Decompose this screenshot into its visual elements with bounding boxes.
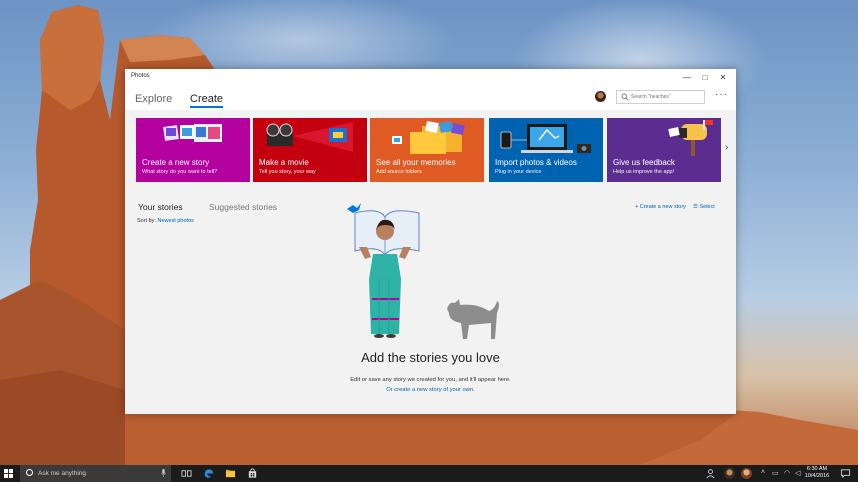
- tab-suggested-stories[interactable]: Suggested stories: [209, 202, 277, 212]
- empty-state-title: Add the stories you love: [361, 350, 500, 365]
- tile-create-story[interactable]: Create a new story What story do you wan…: [136, 118, 250, 182]
- cortana-icon: [26, 469, 33, 476]
- user-avatar-icon[interactable]: [724, 468, 735, 479]
- storyteller-illustration: [347, 203, 499, 339]
- tab-your-stories[interactable]: Your stories: [138, 202, 183, 212]
- laptop-import-icon: [500, 124, 591, 153]
- tab-explore[interactable]: Explore: [135, 93, 172, 105]
- clock-date: 10/4/2016: [804, 473, 830, 479]
- sort-by: Sort by: Newest photos: [137, 218, 194, 224]
- create-new-story-label: Create a new story: [639, 204, 686, 210]
- tile-make-movie[interactable]: Make a movie Tell you story, your way: [253, 118, 367, 182]
- photos-window: Photos — □ ✕ Explore Create ··· Create a…: [125, 69, 736, 414]
- tile-import-photos[interactable]: Import photos & videos Plug in your devi…: [489, 118, 603, 182]
- clock-time: 6:30 AM: [806, 466, 828, 472]
- task-view-icon[interactable]: [181, 468, 192, 479]
- mailbox-icon: [668, 120, 713, 156]
- search-input[interactable]: [631, 92, 703, 102]
- store-icon[interactable]: [247, 468, 258, 479]
- notification-chevron-icon[interactable]: ˄: [761, 469, 765, 476]
- avatar[interactable]: [595, 91, 606, 102]
- tile-subtitle: Tell you story, your way: [259, 169, 316, 175]
- wifi-icon[interactable]: ◠: [784, 469, 790, 477]
- tile-title: Give us feedback: [613, 158, 675, 167]
- story-photos-icon: [163, 124, 222, 142]
- tile-subtitle: Help us improve the app!: [613, 169, 675, 175]
- select-button[interactable]: ☰ Select: [693, 204, 715, 210]
- tile-give-feedback[interactable]: Give us feedback Help us improve the app…: [607, 118, 721, 182]
- search-box[interactable]: [616, 90, 705, 104]
- tile-subtitle: Plug in your device: [495, 169, 542, 175]
- sort-by-label: Sort by:: [137, 218, 156, 224]
- windows-start-icon[interactable]: [4, 469, 13, 478]
- create-new-story-button[interactable]: + Create a new story: [635, 204, 686, 210]
- minimize-button[interactable]: —: [678, 71, 696, 84]
- microphone-icon[interactable]: [161, 469, 166, 477]
- plus-icon: +: [635, 204, 639, 210]
- contact-avatar-icon[interactable]: [741, 468, 752, 479]
- select-list-icon: ☰: [693, 204, 698, 210]
- tile-subtitle: What story do you want to tell?: [142, 169, 218, 175]
- cortana-search-box[interactable]: Ask me anything: [20, 465, 171, 482]
- file-explorer-icon[interactable]: [225, 468, 236, 479]
- more-options-button[interactable]: ···: [715, 89, 728, 100]
- close-button[interactable]: ✕: [714, 71, 732, 84]
- app-title: Photos: [131, 73, 150, 79]
- battery-icon[interactable]: ▭: [772, 469, 779, 477]
- edge-browser-icon[interactable]: [203, 468, 214, 479]
- movie-projector-icon: [266, 122, 353, 152]
- tiles-next-button[interactable]: ›: [725, 142, 728, 153]
- tile-title: See all your memories: [376, 158, 456, 167]
- tile-subtitle: Add source folders: [376, 169, 422, 175]
- tile-see-memories[interactable]: See all your memories Add source folders: [370, 118, 484, 182]
- tab-create[interactable]: Create: [190, 93, 224, 108]
- app-header: Explore Create ···: [125, 86, 736, 110]
- tile-title: Import photos & videos: [495, 158, 577, 167]
- empty-state-subtitle: Edit or save any story we created for yo…: [350, 377, 511, 383]
- folders-icon: [392, 121, 465, 154]
- create-own-story-link[interactable]: Or create a new story of your own.: [125, 387, 736, 393]
- tile-title: Create a new story: [142, 158, 210, 167]
- title-bar: Photos — □ ✕: [125, 69, 736, 86]
- select-label: Select: [699, 204, 715, 210]
- maximize-button[interactable]: □: [696, 71, 714, 84]
- cortana-placeholder: Ask me anything: [38, 470, 87, 477]
- people-icon[interactable]: [705, 468, 716, 479]
- search-icon: [621, 93, 629, 101]
- sort-by-dropdown[interactable]: Newest photos: [157, 218, 193, 224]
- tile-title: Make a movie: [259, 158, 309, 167]
- action-center-icon[interactable]: [840, 468, 851, 479]
- clock[interactable]: 6:30 AM 10/4/2016: [800, 466, 834, 480]
- taskbar: Ask me anything ˄ ▭ ◠ ◁ 6:30 AM 10/4/201…: [0, 465, 858, 482]
